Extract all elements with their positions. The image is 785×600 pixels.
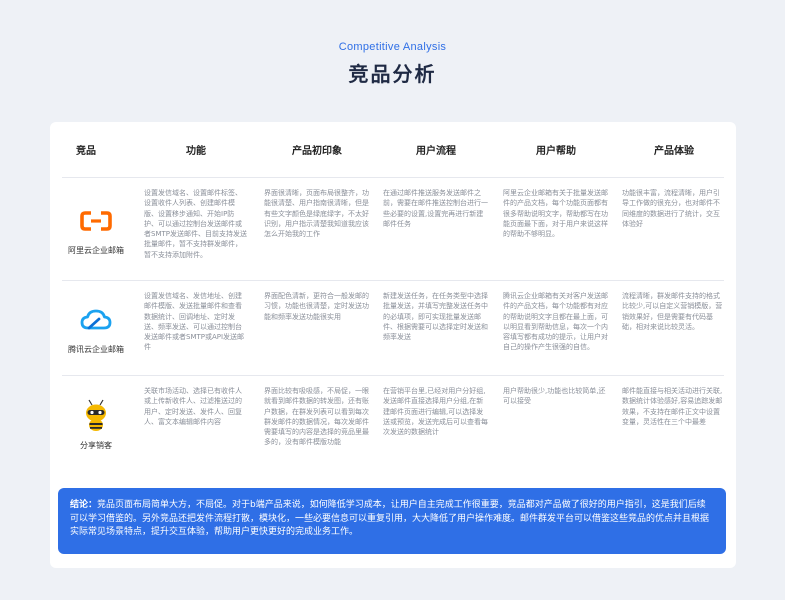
function-text: 设置发信域名、发信地址、创建邮件模版、发送批量邮件和查看数据统计、回调地址、定时… <box>144 292 245 352</box>
column-header-function: 功能 <box>186 146 206 157</box>
experience-text: 邮件能直接与相关活动进行关联,数据统计体验感好,容易追踪发邮效果，不支持在邮件正… <box>622 387 723 426</box>
flow-text: 新建发送任务，在任务类型中选择批量发送，并填写完整发送任务中的必填项，即可实现批… <box>383 292 488 342</box>
conclusion-label: 结论： <box>70 500 98 510</box>
column-header-help: 用户帮助 <box>536 146 576 157</box>
table-row: 腾讯云企业邮箱 设置发信域名、发信地址、创建邮件模版、发送批量邮件和查看数据统计… <box>62 282 724 376</box>
help-text: 腾讯云企业邮箱有关对客户发送邮件的产品文档，每个功能都有对应的帮助说明文字且都在… <box>503 292 608 352</box>
column-header-product: 竞品 <box>76 146 96 157</box>
product-name: 阿里云企业邮箱 <box>68 245 124 255</box>
page-subtitle: Competitive Analysis <box>338 41 447 53</box>
page-title: 竞品分析 <box>348 62 437 86</box>
help-text: 阿里云企业邮箱有关于批量发送邮件的产品文档，每个功能页面都有很多帮助说明文字，帮… <box>503 189 608 239</box>
product-name: 腾讯云企业邮箱 <box>68 344 124 354</box>
flow-text: 在通过邮件推送服务发送邮件之前，需要在邮件推送控制台进行一些必要的设置,设置完再… <box>383 189 488 228</box>
conclusion-text: 竞品页面布局简单大方，不局促。对于b端产品来说，如何降低学习成本，让用户自主完成… <box>70 500 710 537</box>
product-cell: 分享销客 <box>62 377 130 473</box>
help-text: 用户帮助很少,功能也比较简单,还可以接受 <box>503 387 606 406</box>
product-cell: 阿里云企业邮箱 <box>62 179 130 280</box>
experience-text: 功能很丰富，流程清晰，用户引导工作做的很充分，也对邮件不同维度的数据进行了统计，… <box>622 189 720 228</box>
impression-text: 界面很清晰，页面布局很整齐，功能很清楚、用户指南很清晰，但是有些文字颜色是绿底绿… <box>264 189 369 239</box>
tencent-cloud-logo-icon <box>79 303 113 337</box>
column-header-experience: 产品体验 <box>654 146 694 157</box>
column-header-flow: 用户流程 <box>416 146 456 157</box>
page-header: Competitive Analysis 竞品分析 <box>0 41 785 87</box>
product-cell: 腾讯云企业邮箱 <box>62 282 130 375</box>
table-row: 阿里云企业邮箱 设置发信域名、设置邮件标签、设置收件人列表、创建邮件模版、设置移… <box>62 179 724 281</box>
experience-text: 流程清晰，群发邮件支持的格式比较少,可以自定义营销模版，营销效果好，但是需要有代… <box>622 292 723 331</box>
function-text: 设置发信域名、设置邮件标签、设置收件人列表、创建邮件模版、设置移步通知、开始IP… <box>144 189 247 259</box>
aliyun-logo-icon <box>79 204 113 238</box>
impression-text: 界面配色清新，更符合一般发邮的习惯，功能也很清楚，定时发送功能和频率发送功能很实… <box>264 292 369 321</box>
column-header-impression: 产品初印象 <box>292 146 342 157</box>
impression-text: 界面比较有吸吸感，不局促，一眼就看到邮件数据的转发图，还有账户数据，在群发列表可… <box>264 387 369 447</box>
flow-text: 在营销平台里,已经对用户分好组,发送邮件直接选择用户分组,在新建邮件页面进行编辑… <box>383 387 488 437</box>
product-name: 分享销客 <box>80 441 112 450</box>
table-row: 分享销客 关联市场活动、选择已有收件人或上传新收件人、过滤推送过的用户、定时发送… <box>62 377 724 473</box>
fenxiang-bee-logo-icon <box>79 399 113 433</box>
function-text: 关联市场活动、选择已有收件人或上传新收件人、过滤推送过的用户、定时发送、发件人、… <box>144 387 242 426</box>
table-header-row: 竞品 功能 产品初印象 用户流程 用户帮助 产品体验 <box>62 122 724 178</box>
conclusion-box: 结论：竞品页面布局简单大方，不局促。对于b端产品来说，如何降低学习成本，让用户自… <box>58 488 726 554</box>
